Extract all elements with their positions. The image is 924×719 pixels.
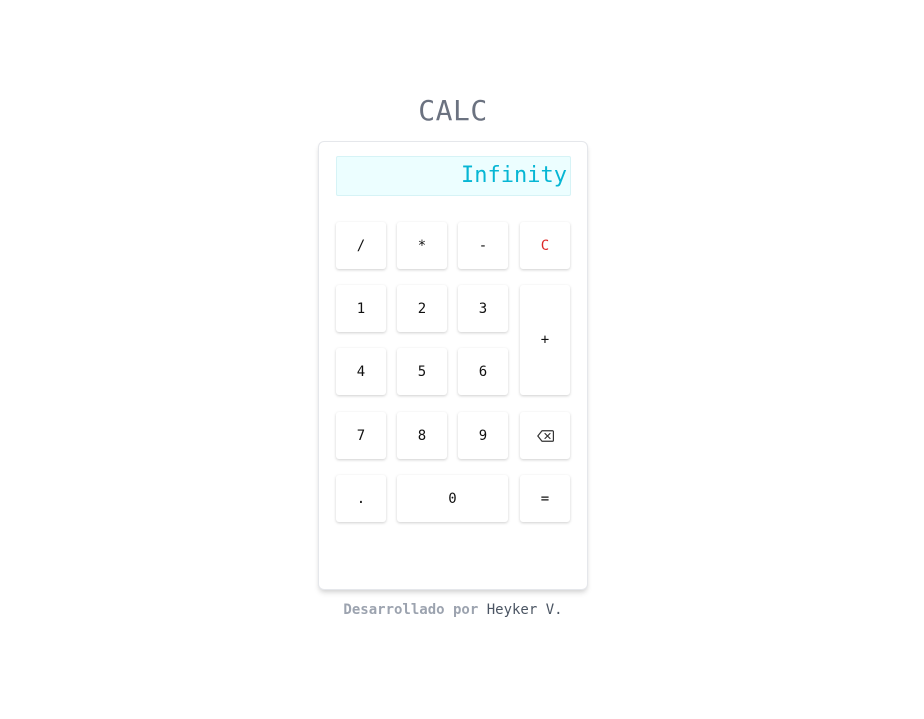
- multiply-button[interactable]: *: [397, 222, 447, 269]
- add-button[interactable]: +: [520, 285, 570, 395]
- subtract-button[interactable]: -: [458, 222, 508, 269]
- calculator: Infinity / * - C 1 2 3 + 4 5 6 7 8 9 . 0…: [318, 141, 588, 590]
- digit-3-button[interactable]: 3: [458, 285, 508, 332]
- display-screen: Infinity: [336, 156, 571, 196]
- divide-button[interactable]: /: [336, 222, 386, 269]
- footer-author: Heyker V.: [486, 602, 563, 618]
- digit-8-button[interactable]: 8: [397, 412, 447, 459]
- digit-6-button[interactable]: 6: [458, 348, 508, 395]
- digit-2-button[interactable]: 2: [397, 285, 447, 332]
- digit-1-button[interactable]: 1: [336, 285, 386, 332]
- equals-button[interactable]: =: [520, 475, 570, 522]
- digit-9-button[interactable]: 9: [458, 412, 508, 459]
- backspace-button[interactable]: [520, 412, 570, 459]
- app-title: CALC: [418, 94, 488, 127]
- digit-4-button[interactable]: 4: [336, 348, 386, 395]
- footer-prefix: Desarrollado por: [343, 602, 479, 618]
- digit-5-button[interactable]: 5: [397, 348, 447, 395]
- decimal-button[interactable]: .: [336, 475, 386, 522]
- digit-7-button[interactable]: 7: [336, 412, 386, 459]
- digit-0-button[interactable]: 0: [397, 475, 508, 522]
- backspace-icon: [536, 429, 554, 442]
- footer-credit: Desarrollado por Heyker V.: [0, 602, 906, 618]
- clear-button[interactable]: C: [520, 222, 570, 269]
